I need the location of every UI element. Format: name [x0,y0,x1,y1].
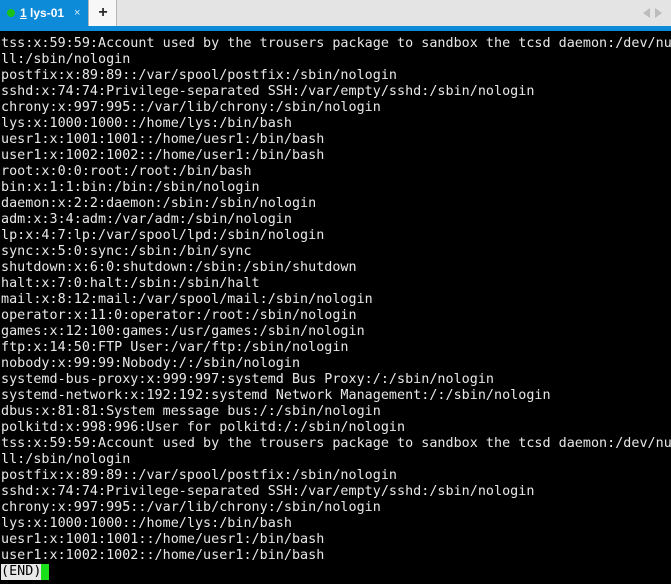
terminal-line: sshd:x:74:74:Privilege-separated SSH:/va… [1,84,535,99]
terminal-line: polkitd:x:998:996:User for polkitd:/:/sb… [1,420,406,435]
terminal-output-pane[interactable]: tss:x:59:59:Account used by the trousers… [0,31,671,584]
terminal-line: root:x:0:0:root:/root:/bin/bash [1,164,252,179]
terminal-line: ftp:x:14:50:FTP User:/var/ftp:/sbin/nolo… [1,340,349,355]
tab-title-text: lys-01 [26,6,65,20]
terminal-line: lys:x:1000:1000::/home/lys:/bin/bash [1,116,292,131]
terminal-line: operator:x:11:0:operator:/root:/sbin/nol… [1,308,357,323]
tab-label: 1 lys-01 [20,6,64,20]
terminal-line: uesr1:x:1001:1001::/home/uesr1:/bin/bash [1,532,325,547]
chevron-left-icon[interactable] [643,8,650,18]
terminal-line: tss:x:59:59:Account used by the trousers… [1,36,671,51]
terminal-line: systemd-network:x:192:192:systemd Networ… [1,388,551,403]
terminal-line: chrony:x:997:995::/var/lib/chrony:/sbin/… [1,500,381,515]
terminal-line: tss:x:59:59:Account used by the trousers… [1,436,671,451]
pager-status-line: (END) [1,564,671,580]
terminal-line: mail:x:8:12:mail:/var/spool/mail:/sbin/n… [1,292,373,307]
tab-nav-controls [643,0,671,26]
close-icon[interactable]: × [72,7,82,19]
terminal-line: ll:/sbin/nologin [1,52,131,67]
new-tab-button[interactable]: + [88,0,118,26]
terminal-line: sync:x:5:0:sync:/sbin:/bin/sync [1,244,252,259]
terminal-line: shutdown:x:6:0:shutdown:/sbin:/sbin/shut… [1,260,357,275]
terminal-line: lys:x:1000:1000::/home/lys:/bin/bash [1,516,292,531]
chevron-right-icon[interactable] [655,8,662,18]
terminal-line: adm:x:3:4:adm:/var/adm:/sbin/nologin [1,212,292,227]
terminal-cursor [41,564,50,580]
terminal-line: nobody:x:99:99:Nobody:/:/sbin/nologin [1,356,301,371]
terminal-line: systemd-bus-proxy:x:999:997:systemd Bus … [1,372,494,387]
terminal-line: sshd:x:74:74:Privilege-separated SSH:/va… [1,484,535,499]
terminal-line: halt:x:7:0:halt:/sbin:/sbin/halt [1,276,260,291]
terminal-line: postfix:x:89:89::/var/spool/postfix:/sbi… [1,68,398,83]
tab-bar: 1 lys-01 × + [0,0,671,26]
terminal-line: lp:x:4:7:lp:/var/spool/lpd:/sbin/nologin [1,228,325,243]
terminal-line: user1:x:1002:1002::/home/user1:/bin/bash [1,148,325,163]
tab-strip: 1 lys-01 × [0,0,89,26]
terminal-line: daemon:x:2:2:daemon:/sbin:/sbin/nologin [1,196,317,211]
tab-bar-spacer [117,0,643,26]
terminal-line: user1:x:1002:1002::/home/user1:/bin/bash [1,548,325,563]
terminal-line: dbus:x:81:81:System message bus:/:/sbin/… [1,404,381,419]
terminal-line: postfix:x:89:89::/var/spool/postfix:/sbi… [1,468,398,483]
pager-end-marker: (END) [1,564,42,580]
terminal-line: games:x:12:100:games:/usr/games:/sbin/no… [1,324,365,339]
terminal-line: uesr1:x:1001:1001::/home/uesr1:/bin/bash [1,132,325,147]
tab-lys-01[interactable]: 1 lys-01 × [0,0,89,26]
terminal-lines: tss:x:59:59:Account used by the trousers… [1,36,671,564]
terminal-line: ll:/sbin/nologin [1,452,131,467]
tab-index-label: 1 [20,6,27,20]
terminal-line: bin:x:1:1:bin:/bin:/sbin/nologin [1,180,260,195]
terminal-line: chrony:x:997:995::/var/lib/chrony:/sbin/… [1,100,381,115]
connection-status-dot-icon [7,9,15,17]
